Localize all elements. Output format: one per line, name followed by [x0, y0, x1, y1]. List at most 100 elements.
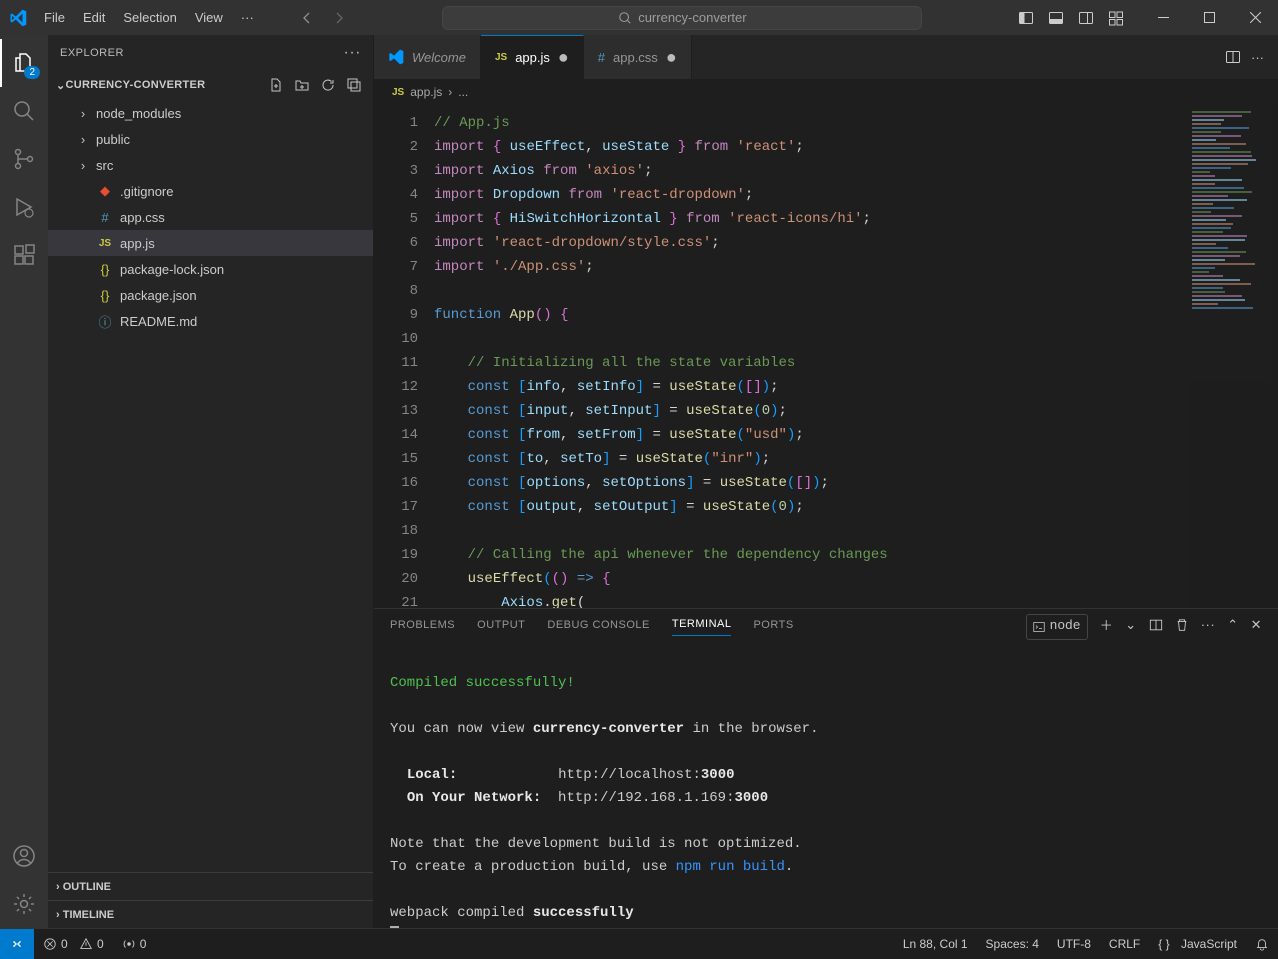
tree-file-gitignore[interactable]: ◆.gitignore: [48, 178, 373, 204]
explorer-sidebar: EXPLORER ··· ⌄ CURRENCY-CONVERTER ›node_…: [48, 35, 374, 928]
js-icon: JS: [392, 87, 404, 98]
panel-tab-ports[interactable]: PORTS: [753, 619, 793, 636]
menu-edit[interactable]: Edit: [74, 4, 114, 31]
status-language[interactable]: { } JavaScript: [1149, 937, 1246, 951]
timeline-section[interactable]: › TIMELINE: [48, 900, 373, 928]
activity-extensions-icon[interactable]: [0, 231, 48, 279]
new-folder-icon[interactable]: [291, 74, 313, 96]
maximize-button[interactable]: [1186, 0, 1232, 35]
status-problems[interactable]: 0 0: [34, 937, 113, 951]
explorer-more-icon[interactable]: ···: [344, 44, 361, 62]
kill-terminal-icon[interactable]: [1175, 618, 1189, 637]
project-name: CURRENCY-CONVERTER: [66, 79, 206, 91]
panel-more-icon[interactable]: ···: [1201, 617, 1216, 637]
window-controls: [1140, 0, 1278, 35]
activity-settings-icon[interactable]: [0, 880, 48, 928]
tab-welcome[interactable]: Welcome: [374, 35, 481, 79]
activity-bar: 2: [0, 35, 48, 928]
terminal-actions: node ＋ ⌄ ··· ⌃ ✕: [1026, 614, 1262, 640]
nav-arrows: [293, 6, 353, 30]
tree-file-package-json[interactable]: {}package.json: [48, 282, 373, 308]
json-icon: {}: [96, 288, 114, 303]
file-tree: ›node_modules ›public ›src ◆.gitignore #…: [48, 100, 373, 872]
toggle-panel-right-icon[interactable]: [1072, 4, 1100, 32]
tree-file-package-lock[interactable]: {}package-lock.json: [48, 256, 373, 282]
error-icon: [43, 937, 57, 951]
toggle-panel-bottom-icon[interactable]: [1042, 4, 1070, 32]
explorer-header: EXPLORER ···: [48, 35, 373, 70]
more-actions-icon[interactable]: ···: [1251, 50, 1264, 65]
tree-file-app-css[interactable]: #app.css: [48, 204, 373, 230]
status-eol[interactable]: CRLF: [1100, 937, 1149, 951]
tree-file-readme[interactable]: ⓘREADME.md: [48, 308, 373, 334]
project-folder-header[interactable]: ⌄ CURRENCY-CONVERTER: [48, 70, 373, 100]
tree-folder-src[interactable]: ›src: [48, 152, 373, 178]
status-cursor-position[interactable]: Ln 88, Col 1: [894, 937, 977, 951]
close-button[interactable]: [1232, 0, 1278, 35]
broadcast-icon: [122, 937, 136, 951]
outline-section[interactable]: › OUTLINE: [48, 872, 373, 900]
editor-actions: ···: [1225, 35, 1278, 79]
activity-explorer-icon[interactable]: 2: [0, 39, 48, 87]
dirty-indicator-icon: ●: [558, 47, 569, 68]
new-file-icon[interactable]: [265, 74, 287, 96]
menu-selection[interactable]: Selection: [114, 4, 185, 31]
tree-folder-public[interactable]: ›public: [48, 126, 373, 152]
js-icon: JS: [495, 52, 507, 63]
terminal-output[interactable]: Compiled successfully! You can now view …: [374, 645, 1278, 928]
terminal-dropdown-icon[interactable]: ⌄: [1125, 617, 1136, 638]
tree-folder-node-modules[interactable]: ›node_modules: [48, 100, 373, 126]
customize-layout-icon[interactable]: [1102, 4, 1130, 32]
chevron-right-icon: ›: [76, 132, 90, 147]
nav-back-icon[interactable]: [293, 6, 321, 30]
activity-run-debug-icon[interactable]: [0, 183, 48, 231]
terminal-icon: [1033, 621, 1045, 633]
menu-file[interactable]: File: [35, 4, 74, 31]
menu-overflow-icon[interactable]: ···: [232, 4, 263, 31]
minimap[interactable]: [1188, 105, 1278, 608]
title-bar: File Edit Selection View ··· currency-co…: [0, 0, 1278, 35]
chevron-right-icon: ›: [56, 881, 60, 893]
activity-search-icon[interactable]: [0, 87, 48, 135]
editor-tabs: Welcome JS app.js ● # app.css ● ···: [374, 35, 1278, 79]
status-encoding[interactable]: UTF-8: [1048, 937, 1100, 951]
panel-tab-terminal[interactable]: TERMINAL: [672, 618, 732, 636]
tab-app-css[interactable]: # app.css ●: [584, 35, 692, 79]
minimize-button[interactable]: [1140, 0, 1186, 35]
info-icon: ⓘ: [96, 312, 114, 331]
tree-file-app-js[interactable]: JSapp.js: [48, 230, 373, 256]
remote-indicator[interactable]: [0, 929, 34, 959]
panel-tab-debug[interactable]: DEBUG CONSOLE: [547, 619, 649, 636]
vscode-logo-icon: [0, 9, 35, 27]
panel-tab-output[interactable]: OUTPUT: [477, 619, 525, 636]
chevron-right-icon: ›: [76, 106, 90, 121]
toggle-panel-left-icon[interactable]: [1012, 4, 1040, 32]
tab-app-js[interactable]: JS app.js ●: [481, 35, 584, 79]
terminal-cursor: [390, 926, 399, 928]
menu-view[interactable]: View: [186, 4, 232, 31]
status-bar: 0 0 0 Ln 88, Col 1 Spaces: 4 UTF-8 CRLF …: [0, 928, 1278, 958]
search-box[interactable]: currency-converter: [442, 6, 922, 30]
new-terminal-icon[interactable]: ＋: [1100, 615, 1114, 639]
chevron-down-icon: ⌄: [56, 79, 66, 92]
close-panel-icon[interactable]: ✕: [1251, 617, 1262, 638]
code-content[interactable]: // App.jsimport { useEffect, useState } …: [434, 105, 1188, 608]
dirty-indicator-icon: ●: [666, 47, 677, 68]
code-editor[interactable]: 123456789101112131415161718192021 // App…: [374, 105, 1278, 608]
explorer-title: EXPLORER: [60, 47, 124, 59]
activity-accounts-icon[interactable]: [0, 832, 48, 880]
terminal-picker[interactable]: node: [1026, 614, 1088, 640]
activity-source-control-icon[interactable]: [0, 135, 48, 183]
breadcrumb[interactable]: JS app.js › ...: [374, 79, 1278, 105]
refresh-icon[interactable]: [317, 74, 339, 96]
status-indentation[interactable]: Spaces: 4: [977, 937, 1048, 951]
maximize-panel-icon[interactable]: ⌃: [1227, 617, 1238, 638]
nav-forward-icon[interactable]: [325, 6, 353, 30]
status-ports[interactable]: 0: [113, 937, 156, 951]
status-notifications-icon[interactable]: [1246, 937, 1278, 951]
split-terminal-icon[interactable]: [1149, 618, 1163, 637]
braces-icon: { }: [1158, 937, 1169, 951]
panel-tab-problems[interactable]: PROBLEMS: [390, 619, 455, 636]
collapse-icon[interactable]: [343, 74, 365, 96]
split-editor-icon[interactable]: [1225, 49, 1241, 65]
